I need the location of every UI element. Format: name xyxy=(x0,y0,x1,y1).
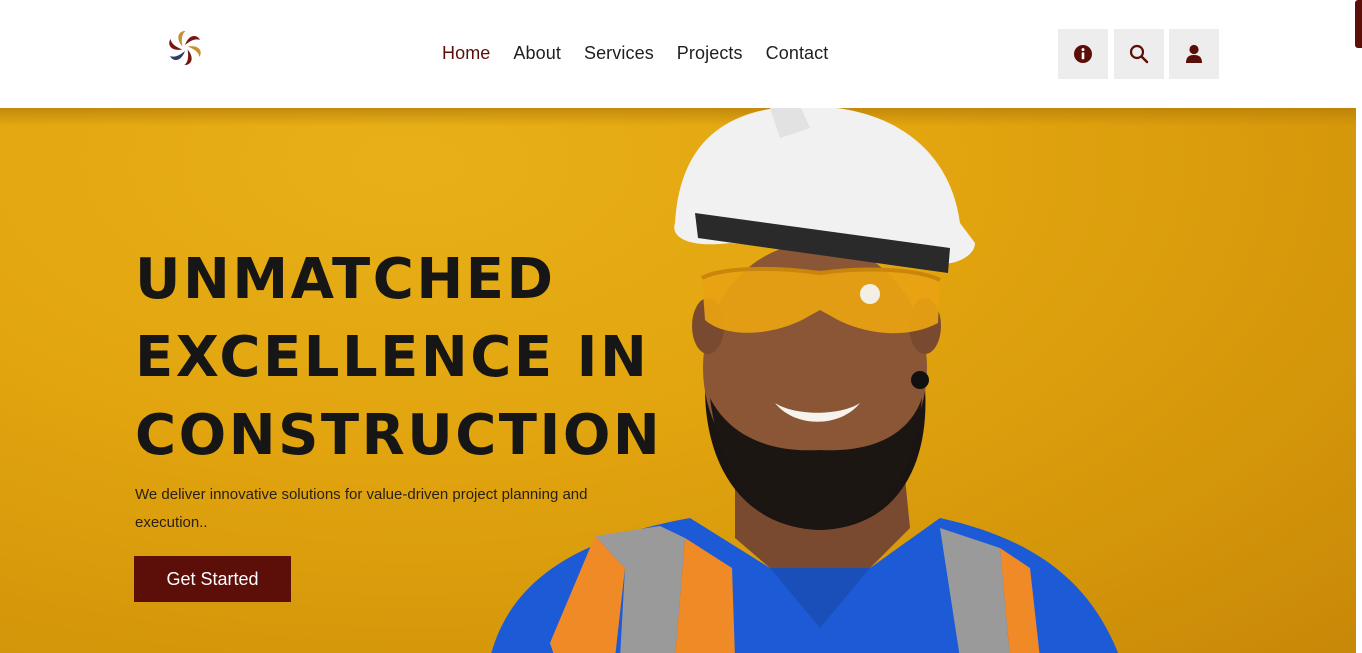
nav-projects[interactable]: Projects xyxy=(677,43,743,64)
hero-subtitle: We deliver innovative solutions for valu… xyxy=(135,486,588,531)
nav-contact[interactable]: Contact xyxy=(766,43,829,64)
search-button[interactable] xyxy=(1114,29,1164,79)
hero-title: UNMATCHED EXCELLENCE IN CONSTRUCTION xyxy=(135,247,663,468)
hero-section: UNMATCHED EXCELLENCE IN CONSTRUCTION We … xyxy=(0,108,1356,653)
get-started-button[interactable]: Get Started xyxy=(134,556,291,602)
nav-home[interactable]: Home xyxy=(442,43,490,64)
search-icon xyxy=(1129,44,1149,64)
main-nav: Home About Services Projects Contact xyxy=(442,43,828,64)
user-button[interactable] xyxy=(1169,29,1219,79)
user-icon xyxy=(1186,44,1202,63)
site-header: Home About Services Projects Contact xyxy=(0,0,1362,108)
info-button[interactable] xyxy=(1058,29,1108,79)
scroll-indicator[interactable] xyxy=(1355,0,1362,48)
nav-services[interactable]: Services xyxy=(584,43,654,64)
pinwheel-logo-icon[interactable] xyxy=(166,30,204,66)
info-icon xyxy=(1074,45,1092,63)
nav-about[interactable]: About xyxy=(513,43,561,64)
